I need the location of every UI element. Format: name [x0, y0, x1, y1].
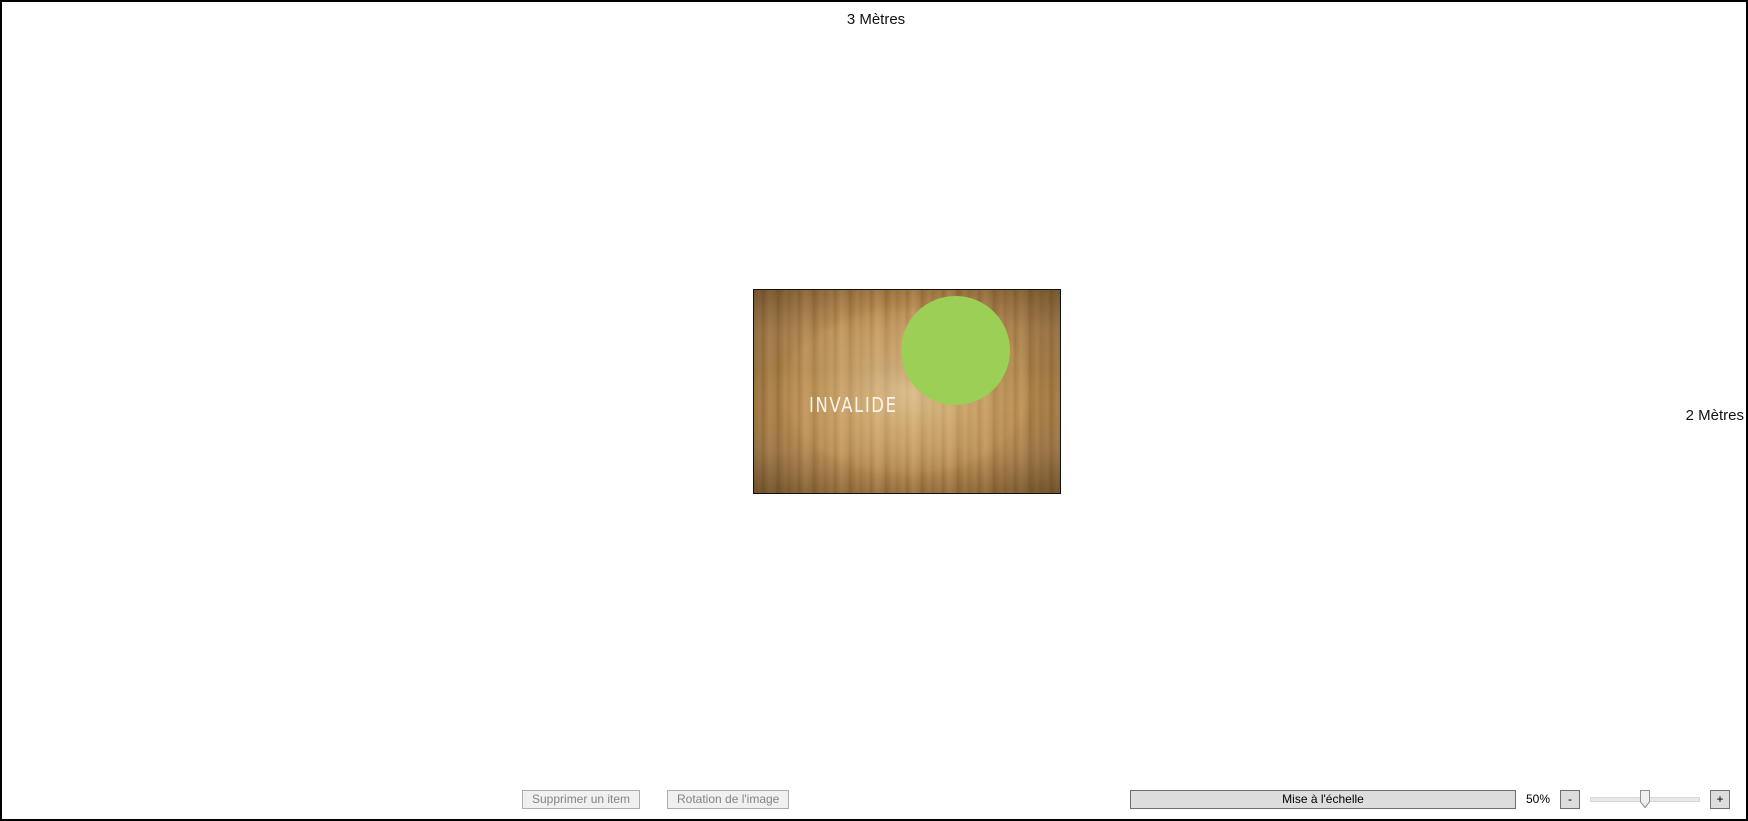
room-width-label: 3 Mètres	[846, 11, 906, 28]
scale-button[interactable]: Mise à l'échelle	[1130, 790, 1516, 809]
rotate-image-button[interactable]: Rotation de l'image	[667, 790, 790, 809]
zoom-in-button[interactable]: +	[1710, 790, 1730, 809]
round-item[interactable]	[901, 296, 1010, 405]
delete-item-button[interactable]: Supprimer un item	[522, 790, 641, 809]
zoom-out-button[interactable]: -	[1560, 790, 1580, 809]
zoom-value: 50%	[1526, 792, 1551, 806]
app-window: 3 Mètres 2 Mètres INVALIDE Supprimer un …	[0, 0, 1748, 821]
room-height-label: 2 Mètres	[1685, 407, 1744, 424]
invalid-stamp: INVALIDE	[809, 393, 898, 417]
wood-floor-texture	[754, 290, 1060, 493]
zoom-slider-thumb[interactable]	[1640, 790, 1650, 808]
zoom-slider[interactable]	[1590, 790, 1700, 809]
room-table-canvas[interactable]: INVALIDE	[753, 289, 1061, 494]
